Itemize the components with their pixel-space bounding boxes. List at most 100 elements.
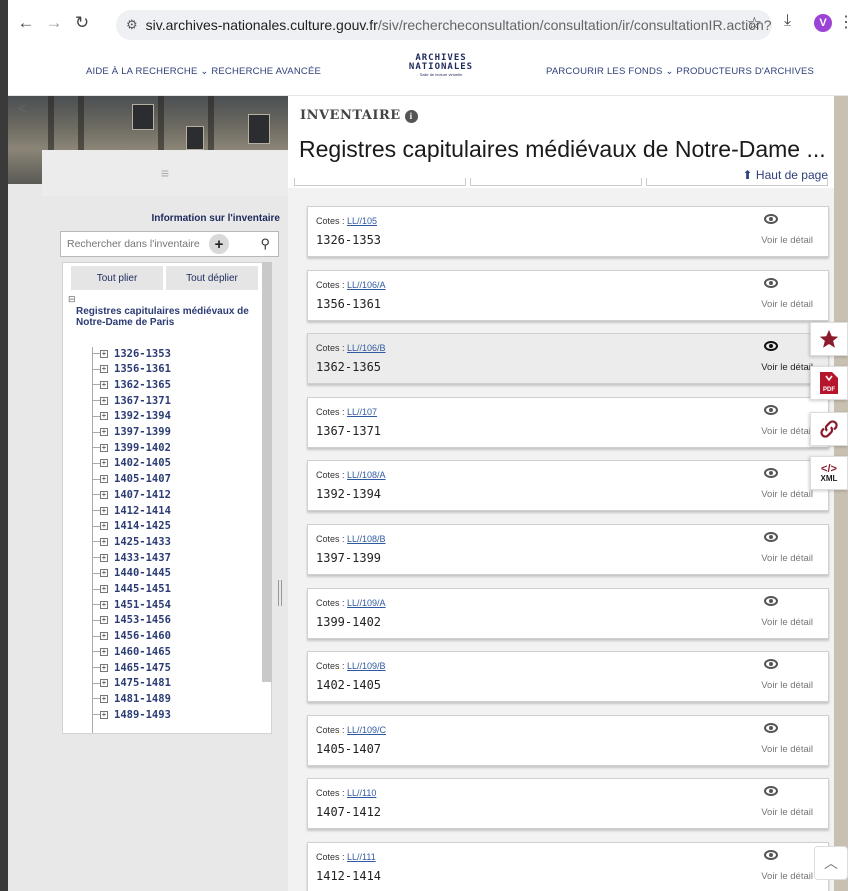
tree-item[interactable]: +1412-1414 [92, 504, 171, 517]
tree-item[interactable]: +1465-1475 [92, 661, 171, 674]
tree-item[interactable]: +1326-1353 [92, 347, 171, 360]
record-card[interactable]: Cotes : LL//107 1367-1371 Voir le détail [307, 396, 829, 448]
expand-plus-icon[interactable]: + [100, 349, 108, 358]
expand-plus-icon[interactable]: + [100, 585, 108, 593]
tree-item[interactable]: +1475-1481 [92, 677, 171, 690]
cote-link[interactable]: LL//109/A [347, 598, 386, 608]
tree-item[interactable]: +1451-1454 [92, 598, 171, 611]
eye-icon[interactable] [764, 532, 778, 542]
expand-plus-icon[interactable]: + [100, 616, 108, 625]
record-card[interactable]: Cotes : LL//106/A 1356-1361 Voir le détail [307, 269, 829, 321]
inventory-search-input[interactable] [67, 238, 207, 250]
tout-deplier-button[interactable]: Tout déplier [166, 266, 258, 290]
nav-right-links[interactable]: PARCOURIR LES FONDS ⌄ PRODUCTEURS D'ARCH… [546, 66, 814, 77]
tree-root-node[interactable]: Registres capitulaires médiévaux de Notr… [76, 306, 256, 328]
hamburger-menu-icon[interactable]: ≡ [42, 150, 288, 196]
tree-item[interactable]: +1445-1451 [92, 583, 171, 596]
expand-plus-icon[interactable]: + [100, 553, 108, 562]
tree-item[interactable]: +1414-1425 [92, 520, 171, 533]
voir-detail-link[interactable]: Voir le détail [761, 362, 813, 373]
cote-link[interactable]: LL//109/C [347, 725, 386, 735]
pdf-download-icon[interactable]: PDF [810, 366, 848, 400]
back-arrow-icon[interactable]: ← [12, 9, 40, 37]
bookmark-star-icon[interactable]: ☆ [747, 14, 762, 34]
record-card[interactable]: Cotes : LL//108/B 1397-1399 Voir le détail [307, 524, 829, 575]
archives-nationales-logo[interactable]: ARCHIVES NATIONALES Salle de lecture vir… [395, 54, 487, 78]
voir-detail-link[interactable]: Voir le détail [761, 235, 813, 246]
permalink-chain-icon[interactable] [810, 412, 848, 446]
voir-detail-link[interactable]: Voir le détail [761, 744, 813, 755]
cote-link[interactable]: LL//109/B [347, 661, 386, 671]
expand-plus-icon[interactable]: + [100, 522, 108, 531]
tree-item[interactable]: +1425-1433 [92, 535, 171, 548]
tree-scrollbar[interactable] [262, 262, 272, 682]
haut-de-page-link[interactable]: ⬆ Haut de page [743, 168, 828, 182]
tab-2[interactable] [470, 178, 642, 186]
forward-arrow-icon[interactable]: → [40, 9, 68, 37]
voir-detail-link[interactable]: Voir le détail [761, 871, 813, 882]
tree-item[interactable]: +1440-1445 [92, 567, 171, 580]
info-inventaire-title[interactable]: Information sur l'inventaire [58, 213, 280, 224]
expand-plus-icon[interactable]: + [100, 459, 108, 468]
tree-item[interactable]: +1399-1402 [92, 441, 171, 454]
expand-plus-icon[interactable]: + [100, 428, 108, 436]
tree-item[interactable]: +1433-1437 [92, 551, 171, 564]
plus-icon[interactable]: + [209, 234, 229, 254]
expand-plus-icon[interactable]: + [100, 710, 108, 719]
cote-link[interactable]: LL//110 [347, 788, 376, 798]
record-card[interactable]: Cotes : LL//109/C 1405-1407 Voir le détail [307, 714, 829, 766]
tree-item[interactable]: +1453-1456 [92, 614, 171, 627]
eye-icon[interactable] [764, 722, 778, 733]
eye-icon[interactable] [764, 277, 778, 288]
eye-icon[interactable] [764, 341, 778, 352]
expand-plus-icon[interactable]: + [100, 490, 108, 499]
cote-link[interactable]: LL//108/A [347, 470, 386, 480]
expand-plus-icon[interactable]: + [100, 412, 108, 421]
record-card[interactable]: Cotes : LL//109/B 1402-1405 Voir le détail [307, 651, 829, 703]
tree-item[interactable]: +1397-1399 [92, 426, 171, 439]
expand-plus-icon[interactable]: + [100, 694, 108, 703]
eye-icon[interactable] [764, 595, 778, 606]
record-card[interactable]: Cotes : LL//111 1412-1414 Voir le détail [307, 842, 829, 891]
cote-link[interactable]: LL//107 [347, 407, 377, 417]
expand-plus-icon[interactable]: + [100, 396, 108, 405]
expand-plus-icon[interactable]: + [100, 647, 108, 656]
expand-plus-icon[interactable]: + [100, 632, 108, 641]
expand-plus-icon[interactable]: + [100, 663, 108, 672]
tree-item[interactable]: +1356-1361 [92, 363, 171, 376]
expand-plus-icon[interactable]: + [100, 506, 108, 515]
tree-item[interactable]: +1402-1405 [92, 457, 171, 470]
nav-left-links[interactable]: AIDE À LA RECHERCHE ⌄ RECHERCHE AVANCÉE [86, 66, 321, 77]
tout-plier-button[interactable]: Tout plier [71, 266, 163, 290]
favorite-star-icon[interactable] [810, 322, 848, 356]
record-card[interactable]: Cotes : LL//108/A 1392-1394 Voir le détail [307, 460, 829, 512]
voir-detail-link[interactable]: Voir le détail [761, 489, 813, 500]
expand-plus-icon[interactable]: + [100, 443, 108, 452]
tree-item[interactable]: +1460-1465 [92, 645, 171, 658]
info-icon[interactable]: i [404, 110, 418, 123]
page-scrollbar[interactable] [834, 96, 848, 891]
search-icon[interactable]: ⚲ [260, 236, 270, 252]
cote-link[interactable]: LL//106/B [347, 343, 386, 353]
site-info-icon[interactable]: ⚙ [126, 17, 138, 33]
cote-link[interactable]: LL//108/B [347, 534, 386, 544]
tree-item[interactable]: +1362-1365 [92, 378, 171, 391]
expand-plus-icon[interactable]: + [100, 569, 108, 578]
record-card[interactable]: Cotes : LL//105 1326-1353 Voir le détail [307, 206, 829, 257]
collapse-panel-chevron-icon[interactable]: < [18, 100, 26, 116]
scroll-to-top-icon[interactable]: ︿ [814, 846, 848, 880]
expand-plus-icon[interactable]: + [100, 600, 108, 609]
eye-icon[interactable] [764, 214, 778, 224]
expand-plus-icon[interactable]: + [100, 380, 108, 389]
voir-detail-link[interactable]: Voir le détail [761, 617, 813, 628]
voir-detail-link[interactable]: Voir le détail [761, 426, 813, 437]
menu-kebab-icon[interactable]: ⋮ [838, 12, 848, 32]
eye-icon[interactable] [764, 786, 778, 797]
expand-plus-icon[interactable]: + [100, 365, 108, 374]
address-bar[interactable]: ⚙ siv.archives-nationales.culture.gouv.f… [116, 10, 772, 40]
profile-avatar[interactable]: V [814, 14, 832, 32]
collapse-root-icon[interactable]: ⊟ [68, 294, 76, 305]
voir-detail-link[interactable]: Voir le détail [761, 299, 813, 310]
cote-link[interactable]: LL//105 [347, 216, 377, 226]
eye-icon[interactable] [764, 468, 778, 479]
